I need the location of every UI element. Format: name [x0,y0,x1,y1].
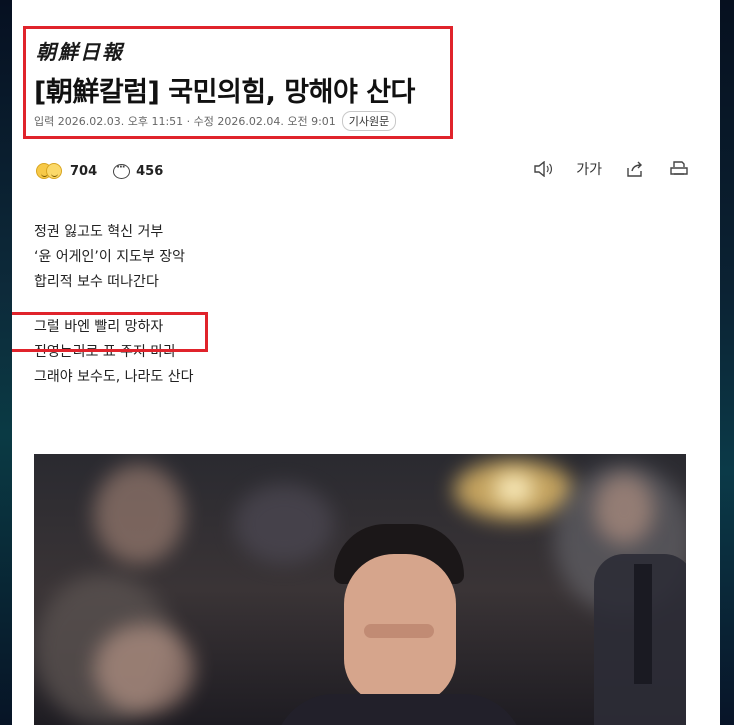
lede-line: 합리적 보수 떠나간다 [34,274,159,290]
right-background [720,0,734,725]
lede-line: 진영논리로 표 주지 마라 [34,344,177,360]
comment-button[interactable]: 456 [113,162,164,179]
comment-icon [113,162,131,179]
article-meta: 입력 2026.02.03. 오후 11:51 · 수정 2026.02.04.… [34,111,397,131]
lede-line: 그래야 보수도, 나라도 산다 [34,369,194,385]
original-article-button[interactable]: 기사원문 [341,111,397,131]
lede-line: 그럴 바엔 빨리 망하자 [34,319,164,335]
article-tools: 가가 [532,158,690,180]
print-icon[interactable] [668,158,690,180]
comment-count: 456 [136,163,164,179]
article-page: 朝鮮日報 [朝鮮칼럼] 국민의힘, 망해야 산다 입력 2026.02.03. … [12,0,720,725]
publish-dates: 입력 2026.02.03. 오후 11:51 · 수정 2026.02.04.… [34,115,336,128]
speaker-icon[interactable] [532,158,554,180]
reactions-bar: 704 456 [36,160,163,182]
font-size-button[interactable]: 가가 [576,158,602,180]
article-headline: [朝鮮칼럼] 국민의힘, 망해야 산다 [34,77,415,108]
article-lede: 정권 잃고도 혁신 거부 ‘윤 어게인’이 지도부 장악 합리적 보수 떠나간다… [34,220,193,390]
lede-line: ‘윤 어게인’이 지도부 장악 [34,249,186,265]
article-photo [34,454,686,725]
left-background [0,0,12,725]
font-size-label: 가가 [576,162,602,178]
lede-line: 정권 잃고도 혁신 거부 [34,224,164,240]
share-icon[interactable] [624,158,646,180]
reaction-emoji-icon[interactable] [36,163,62,179]
newspaper-masthead: 朝鮮日報 [36,40,124,64]
reaction-count: 704 [70,163,98,179]
